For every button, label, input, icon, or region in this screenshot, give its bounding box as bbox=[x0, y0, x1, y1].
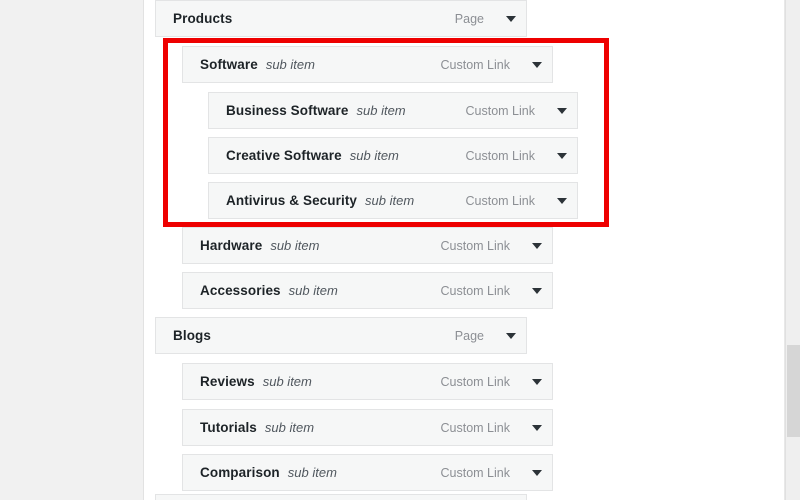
menu-item-title: Software bbox=[200, 57, 258, 72]
menu-item-row[interactable]: Accessories sub item Custom Link bbox=[182, 272, 553, 309]
menu-item-row[interactable]: Reviews sub item Custom Link bbox=[182, 363, 553, 400]
menu-item-row[interactable]: Antivirus & Security sub item Custom Link bbox=[208, 182, 578, 219]
menu-item-type-label: Custom Link bbox=[465, 193, 535, 208]
chevron-down-icon bbox=[532, 378, 542, 385]
screenshot-stage: Products Page Software sub item Custom Link B… bbox=[0, 0, 800, 500]
menu-item-expand-button[interactable] bbox=[524, 273, 550, 309]
chevron-down-icon bbox=[506, 15, 516, 22]
menu-item-type-label: Page bbox=[454, 328, 484, 343]
menu-item-expand-button[interactable] bbox=[524, 47, 550, 83]
vertical-scrollbar-thumb[interactable] bbox=[787, 345, 800, 437]
menu-item-expand-button[interactable] bbox=[549, 93, 575, 129]
menu-item-title: Reviews bbox=[200, 374, 255, 389]
menu-structure-list: Products Page Software sub item Custom Link B… bbox=[144, 0, 785, 500]
menu-item-type-label: Page bbox=[454, 11, 484, 26]
menu-item-expand-button[interactable] bbox=[524, 455, 550, 491]
chevron-down-icon bbox=[532, 287, 542, 294]
menu-item-title: Blogs bbox=[173, 328, 212, 343]
menu-item-title: Accessories bbox=[200, 283, 281, 298]
menu-item-expand-button[interactable] bbox=[524, 410, 550, 446]
admin-sidebar-gutter bbox=[0, 0, 144, 500]
menu-item-sub-label: sub item bbox=[262, 374, 312, 389]
menu-item-type-label: Custom Link bbox=[465, 103, 535, 118]
menu-item-row[interactable] bbox=[155, 494, 527, 500]
menu-item-row[interactable]: Creative Software sub item Custom Link bbox=[208, 137, 578, 174]
menu-item-row[interactable]: Business Software sub item Custom Link bbox=[208, 92, 578, 129]
chevron-down-icon bbox=[557, 152, 567, 159]
menu-item-sub-label: sub item bbox=[288, 283, 338, 298]
menu-item-sub-label: sub item bbox=[349, 148, 399, 163]
menu-item-sub-label: sub item bbox=[365, 193, 415, 208]
chevron-down-icon bbox=[557, 197, 567, 204]
menu-item-row[interactable]: Blogs Page bbox=[155, 317, 527, 354]
menu-item-expand-button[interactable] bbox=[524, 364, 550, 400]
menu-item-expand-button[interactable] bbox=[549, 138, 575, 174]
menu-item-expand-button[interactable] bbox=[524, 228, 550, 264]
menu-item-row[interactable]: Products Page bbox=[155, 0, 527, 37]
chevron-down-icon bbox=[532, 242, 542, 249]
menu-item-type-label: Custom Link bbox=[440, 238, 510, 253]
vertical-scrollbar-track[interactable] bbox=[785, 0, 800, 500]
menu-item-type-label: Custom Link bbox=[440, 374, 510, 389]
menu-item-expand-button[interactable] bbox=[498, 318, 524, 354]
menu-item-sub-label: sub item bbox=[264, 420, 315, 435]
menu-item-type-label: Custom Link bbox=[440, 57, 510, 72]
menu-item-row[interactable]: Hardware sub item Custom Link bbox=[182, 227, 553, 264]
menu-item-expand-button[interactable] bbox=[549, 183, 575, 219]
chevron-down-icon bbox=[532, 424, 542, 431]
menu-item-row[interactable]: Tutorials sub item Custom Link bbox=[182, 409, 553, 446]
menu-item-title: Tutorials bbox=[200, 420, 257, 435]
menu-item-sub-label: sub item bbox=[270, 238, 320, 253]
menu-item-row[interactable]: Comparison sub item Custom Link bbox=[182, 454, 553, 491]
chevron-down-icon bbox=[506, 332, 516, 339]
menu-item-title: Creative Software bbox=[226, 148, 342, 163]
menu-item-title: Business Software bbox=[226, 103, 349, 118]
menu-item-type-label: Custom Link bbox=[440, 283, 510, 298]
menu-item-title: Comparison bbox=[200, 465, 280, 480]
menu-item-type-label: Custom Link bbox=[440, 465, 510, 480]
menu-item-type-label: Custom Link bbox=[465, 148, 535, 163]
chevron-down-icon bbox=[532, 469, 542, 476]
menu-item-type-label: Custom Link bbox=[440, 420, 510, 435]
menu-item-sub-label: sub item bbox=[356, 103, 406, 118]
chevron-down-icon bbox=[532, 61, 542, 68]
chevron-down-icon bbox=[557, 107, 567, 114]
menu-item-title: Hardware bbox=[200, 238, 263, 253]
menu-item-title: Antivirus & Security bbox=[226, 193, 358, 208]
menu-item-expand-button[interactable] bbox=[498, 1, 524, 37]
menu-item-title: Products bbox=[173, 11, 233, 26]
menu-item-sub-label: sub item bbox=[265, 57, 315, 72]
menu-item-sub-label: sub item bbox=[287, 465, 337, 480]
menu-item-row[interactable]: Software sub item Custom Link bbox=[182, 46, 553, 83]
